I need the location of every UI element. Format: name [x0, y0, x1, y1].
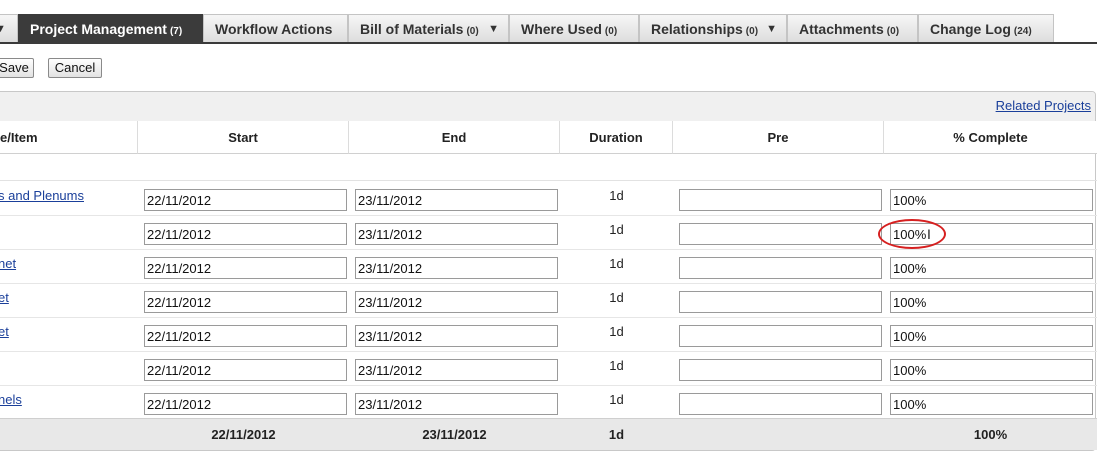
chevron-down-icon[interactable]: ▼: [488, 15, 499, 43]
tab-label: Change Log: [930, 21, 1011, 37]
column-header-start[interactable]: Start: [138, 121, 349, 154]
percent-complete-field[interactable]: 100%: [890, 257, 1093, 279]
total-percent-complete: 100%: [973, 427, 1008, 442]
table-row: 22/11/2012 23/11/2012 1d 100%: [0, 351, 1097, 386]
tab-relationships[interactable]: Relationships (0) ▼: [639, 14, 787, 42]
percent-complete-field[interactable]: 100%: [890, 393, 1093, 415]
item-link[interactable]: et: [0, 290, 9, 305]
end-date-field[interactable]: 23/11/2012: [355, 189, 558, 211]
tab-label: Relationships: [651, 21, 743, 37]
tab-strip: ▼ Project Management (7) Workflow Actions…: [0, 0, 1097, 44]
tab-label: Attachments: [799, 21, 884, 37]
duration-value: 1d: [609, 256, 624, 271]
column-header-duration[interactable]: Duration: [560, 121, 673, 154]
tab-count: (7): [169, 26, 183, 37]
tab-count: (0): [886, 26, 900, 37]
percent-complete-field[interactable]: 100%: [890, 223, 1093, 245]
predecessor-field[interactable]: [679, 223, 882, 245]
percent-complete-field[interactable]: 100%: [890, 359, 1093, 381]
tab-count: (24): [1013, 26, 1032, 37]
percent-complete-field[interactable]: 100%: [890, 325, 1093, 347]
percent-complete-field[interactable]: 100%: [890, 291, 1093, 313]
start-date-field[interactable]: 22/11/2012: [144, 189, 347, 211]
end-date-field[interactable]: 23/11/2012: [355, 359, 558, 381]
table-row: net 22/11/2012 23/11/2012 1d 100%: [0, 249, 1097, 284]
start-date-field[interactable]: 22/11/2012: [144, 325, 347, 347]
tab-overflow-menu[interactable]: ▼: [0, 14, 18, 42]
predecessor-field[interactable]: [679, 291, 882, 313]
total-start: 22/11/2012: [211, 427, 276, 442]
predecessor-field[interactable]: [679, 189, 882, 211]
column-header-percent-complete[interactable]: % Complete: [884, 121, 1097, 154]
item-link[interactable]: net: [0, 256, 16, 271]
chevron-down-icon: ▼: [0, 23, 6, 35]
tab-label: Workflow Actions: [215, 21, 333, 37]
table-row: et 22/11/2012 23/11/2012 1d 100%: [0, 283, 1097, 318]
tab-count: (0): [604, 26, 618, 37]
column-header-end[interactable]: End: [349, 121, 560, 154]
predecessor-field[interactable]: [679, 257, 882, 279]
tab-where-used[interactable]: Where Used (0): [509, 14, 639, 42]
tab-workflow-actions[interactable]: Workflow Actions: [203, 14, 348, 42]
total-end: 23/11/2012: [422, 427, 487, 442]
table-row: et 22/11/2012 23/11/2012 1d 100%: [0, 317, 1097, 352]
table-row: nels 22/11/2012 23/11/2012 1d 100%: [0, 385, 1097, 419]
tab-label: Bill of Materials: [360, 21, 464, 37]
cancel-button[interactable]: Cancel: [48, 58, 102, 78]
item-link[interactable]: et: [0, 324, 9, 339]
end-date-field[interactable]: 23/11/2012: [355, 325, 558, 347]
start-date-field[interactable]: 22/11/2012: [144, 393, 347, 415]
save-button[interactable]: Save: [0, 58, 34, 78]
tab-label: Where Used: [521, 21, 602, 37]
tab-label: Project Management: [30, 21, 167, 37]
duration-value: 1d: [609, 188, 624, 203]
item-link[interactable]: s and Plenums: [0, 188, 84, 203]
duration-value: 1d: [609, 392, 624, 407]
end-date-field[interactable]: 23/11/2012: [355, 257, 558, 279]
duration-value: 1d: [609, 290, 624, 305]
table-row: s and Plenums 22/11/2012 23/11/2012 1d 1…: [0, 181, 1097, 216]
tab-count: (0): [745, 26, 759, 37]
tab-change-log[interactable]: Change Log (24): [918, 14, 1054, 42]
start-date-field[interactable]: 22/11/2012: [144, 359, 347, 381]
tab-bill-of-materials[interactable]: Bill of Materials (0) ▼: [348, 14, 509, 42]
predecessor-field[interactable]: [679, 359, 882, 381]
column-header-pre[interactable]: Pre: [673, 121, 884, 154]
totals-row: 22/11/2012 23/11/2012 1d 100%: [0, 418, 1097, 450]
chevron-down-icon[interactable]: ▼: [766, 15, 777, 43]
item-link[interactable]: nels: [0, 392, 22, 407]
spacer-row: [0, 154, 1097, 181]
duration-value: 1d: [609, 324, 624, 339]
end-date-field[interactable]: 23/11/2012: [355, 291, 558, 313]
percent-complete-field[interactable]: 100%: [890, 189, 1093, 211]
table-row: 22/11/2012 23/11/2012 1d 100%: [0, 215, 1097, 250]
total-duration: 1d: [608, 427, 625, 442]
tab-attachments[interactable]: Attachments (0): [787, 14, 918, 42]
tab-project-management[interactable]: Project Management (7): [18, 14, 203, 44]
end-date-field[interactable]: 23/11/2012: [355, 393, 558, 415]
column-header-item[interactable]: e/Item: [0, 121, 138, 154]
duration-value: 1d: [609, 222, 624, 237]
predecessor-field[interactable]: [679, 393, 882, 415]
start-date-field[interactable]: 22/11/2012: [144, 291, 347, 313]
end-date-field[interactable]: 23/11/2012: [355, 223, 558, 245]
duration-value: 1d: [609, 358, 624, 373]
tab-count: (0): [466, 26, 479, 37]
predecessor-field[interactable]: [679, 325, 882, 347]
start-date-field[interactable]: 22/11/2012: [144, 223, 347, 245]
panel-header-bar: Related Projects: [0, 92, 1095, 122]
start-date-field[interactable]: 22/11/2012: [144, 257, 347, 279]
related-projects-link[interactable]: Related Projects: [996, 98, 1091, 113]
